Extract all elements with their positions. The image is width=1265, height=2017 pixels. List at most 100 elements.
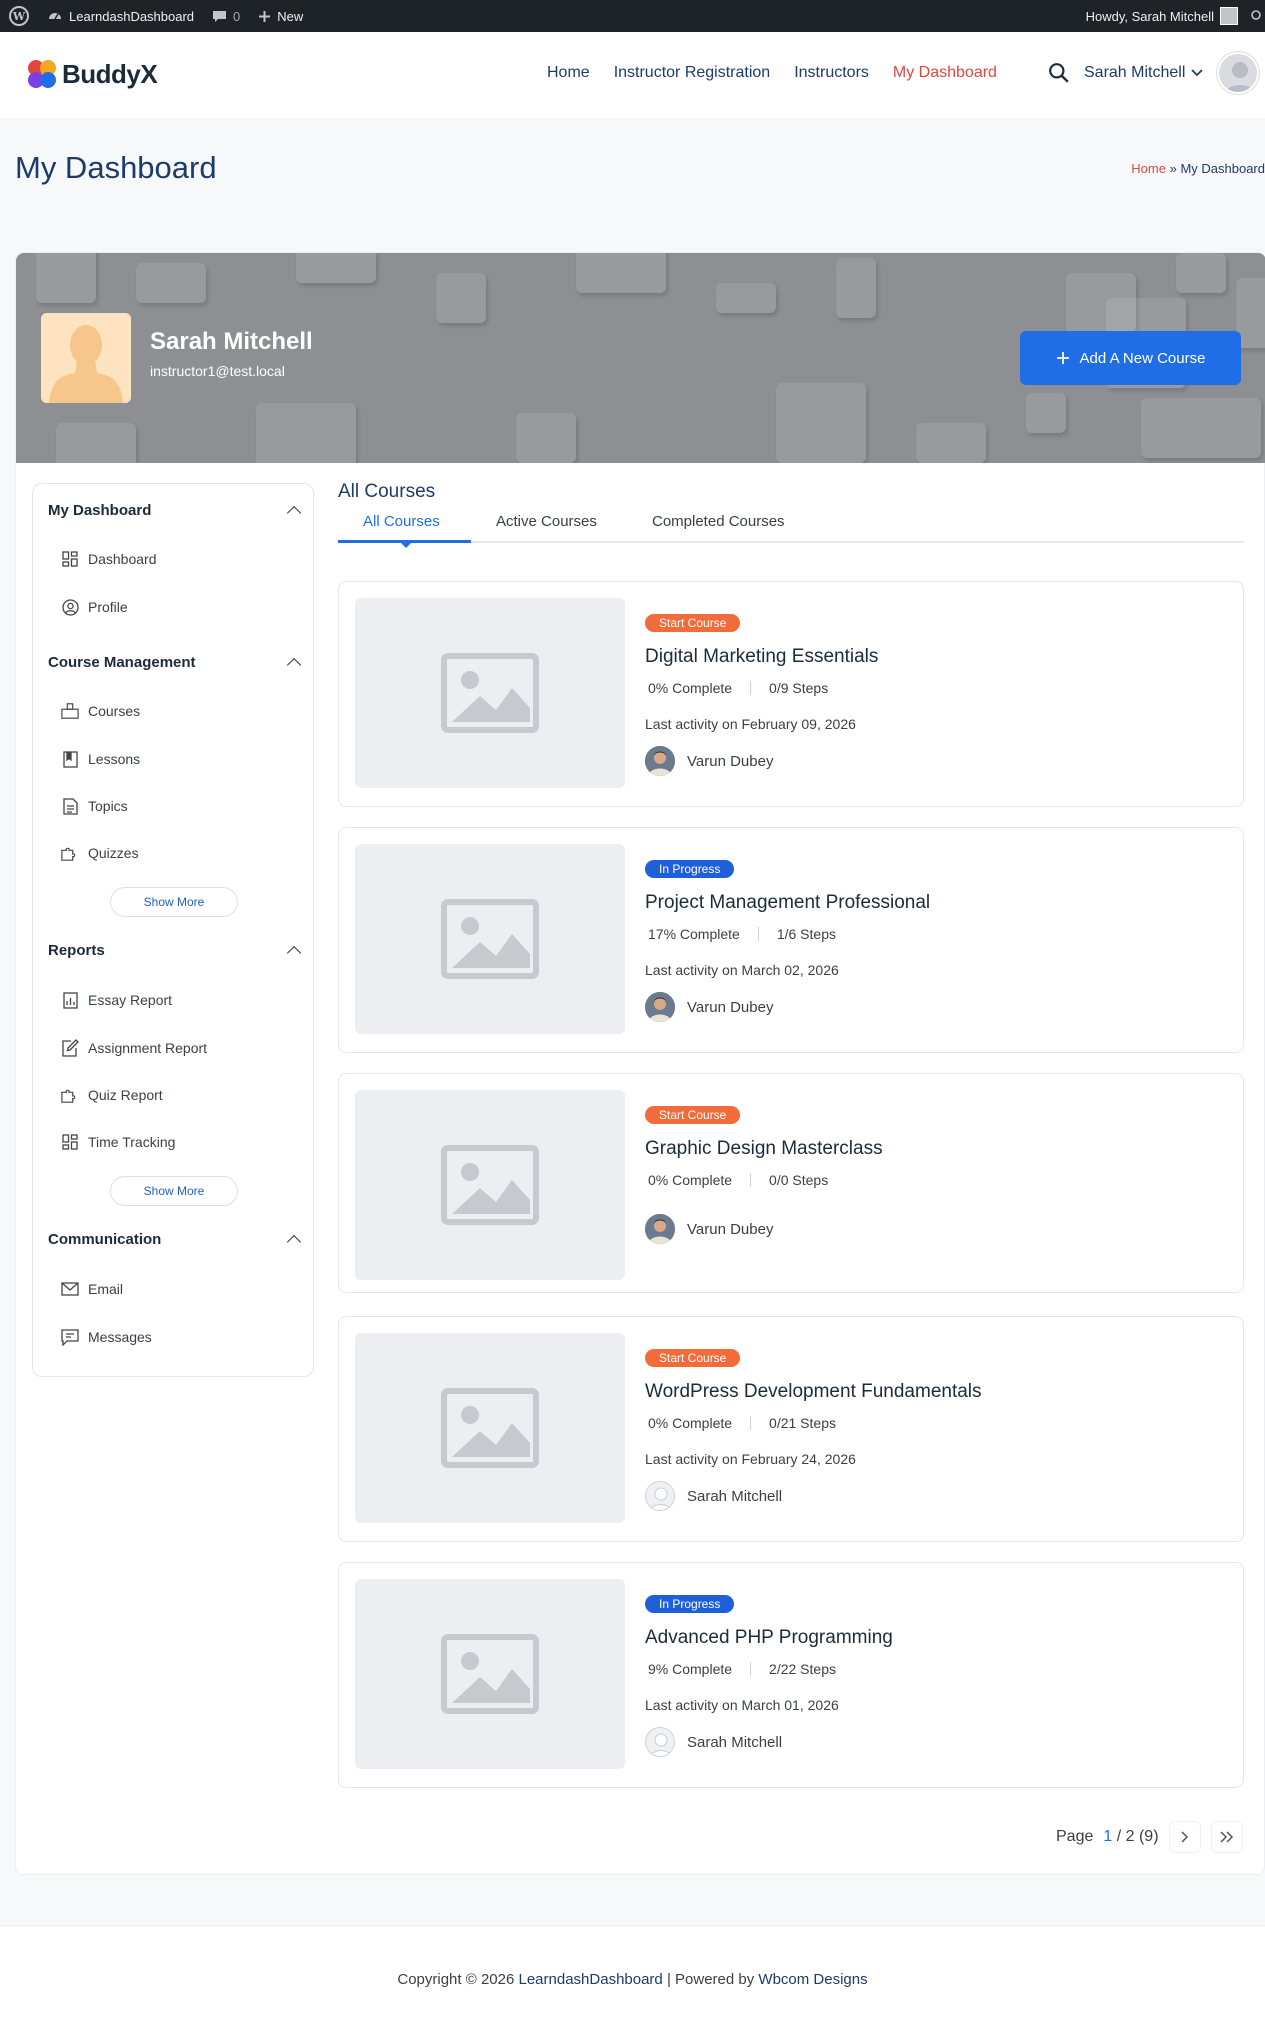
course-steps: 2/22 Steps bbox=[769, 1661, 836, 1677]
profile-avatar bbox=[41, 313, 131, 403]
page-total: / 2 (9) bbox=[1116, 1828, 1159, 1845]
nav-instructor-registration[interactable]: Instructor Registration bbox=[614, 64, 771, 82]
course-thumbnail[interactable] bbox=[355, 844, 625, 1034]
sidebar-item-essay-report[interactable]: Essay Report bbox=[61, 991, 172, 1009]
course-thumbnail[interactable] bbox=[355, 1579, 625, 1769]
course-status-badge: In Progress bbox=[645, 860, 735, 878]
dashboard-icon bbox=[49, 13, 61, 20]
image-placeholder-icon bbox=[441, 653, 539, 733]
comments-count: 0 bbox=[233, 8, 241, 24]
course-steps: 0/0 Steps bbox=[769, 1172, 829, 1188]
tab-completed-courses[interactable]: Completed Courses bbox=[652, 513, 785, 530]
course-card[interactable]: Start Course Digital Marketing Essentials… bbox=[338, 581, 1244, 807]
sidebar-item-profile[interactable]: Profile bbox=[61, 598, 128, 616]
course-title[interactable]: WordPress Development Fundamentals bbox=[645, 1381, 982, 1403]
sidebar-item-label: Quiz Report bbox=[88, 1087, 163, 1103]
sidebar-section-course-management[interactable]: Course Management bbox=[48, 654, 303, 673]
sidebar-item-assignment-report[interactable]: Assignment Report bbox=[61, 1039, 207, 1057]
course-status-badge: In Progress bbox=[645, 1595, 735, 1613]
wordpress-logo-button[interactable]: W bbox=[0, 0, 38, 32]
course-title[interactable]: Graphic Design Masterclass bbox=[645, 1138, 883, 1160]
sidebar-section-my-dashboard[interactable]: My Dashboard bbox=[48, 502, 303, 521]
course-complete: 0% Complete bbox=[648, 1172, 733, 1188]
author-name: Varun Dubey bbox=[687, 998, 774, 1016]
edit-document-icon bbox=[61, 1039, 79, 1057]
course-author[interactable]: Sarah Mitchell bbox=[645, 1481, 782, 1511]
admin-search-button[interactable] bbox=[1247, 0, 1265, 32]
courses-icon bbox=[61, 702, 79, 720]
nav-instructors[interactable]: Instructors bbox=[794, 64, 869, 82]
add-new-course-button[interactable]: Add A New Course bbox=[1020, 331, 1241, 385]
sidebar-item-courses[interactable]: Courses bbox=[61, 702, 140, 720]
course-title[interactable]: Advanced PHP Programming bbox=[645, 1627, 893, 1649]
search-icon[interactable] bbox=[1048, 62, 1070, 84]
show-more-button[interactable]: Show More bbox=[110, 887, 238, 917]
course-thumbnail[interactable] bbox=[355, 598, 625, 788]
page-title: My Dashboard bbox=[15, 150, 217, 185]
sidebar-item-topics[interactable]: Topics bbox=[61, 797, 128, 815]
last-page-button[interactable] bbox=[1210, 1821, 1243, 1853]
course-thumbnail[interactable] bbox=[355, 1090, 625, 1280]
sidebar-item-dashboard[interactable]: Dashboard bbox=[61, 550, 157, 568]
footer-site-link[interactable]: LearndashDashboard bbox=[519, 1971, 663, 1988]
breadcrumb-home[interactable]: Home bbox=[1131, 161, 1166, 176]
sidebar-item-time-tracking[interactable]: Time Tracking bbox=[61, 1133, 175, 1151]
course-author[interactable]: Varun Dubey bbox=[645, 746, 773, 776]
show-more-button[interactable]: Show More bbox=[110, 1176, 238, 1206]
new-label: New bbox=[277, 8, 304, 24]
user-menu[interactable]: Sarah Mitchell bbox=[1084, 64, 1204, 82]
logo-text: BuddyX bbox=[62, 58, 158, 89]
course-title[interactable]: Project Management Professional bbox=[645, 892, 930, 914]
sidebar-item-messages[interactable]: Messages bbox=[61, 1328, 152, 1346]
site-name-button[interactable]: LearndashDashboard bbox=[38, 0, 203, 32]
nav-my-dashboard[interactable]: My Dashboard bbox=[893, 64, 997, 82]
user-silhouette-icon bbox=[1226, 62, 1255, 92]
course-last-activity: Last activity on February 09, 2026 bbox=[645, 716, 856, 732]
course-stats: 17% Complete 1/6 Steps bbox=[648, 926, 836, 942]
new-content-button[interactable]: New bbox=[249, 0, 312, 32]
breadcrumb-separator: » bbox=[1169, 161, 1177, 176]
comment-icon bbox=[213, 10, 227, 22]
sidebar-item-quiz-report[interactable]: Quiz Report bbox=[61, 1086, 163, 1104]
nav-home[interactable]: Home bbox=[547, 64, 590, 82]
course-card[interactable]: In Progress Project Management Profession… bbox=[338, 827, 1244, 1053]
course-author[interactable]: Varun Dubey bbox=[645, 992, 773, 1022]
next-page-button[interactable] bbox=[1168, 1821, 1201, 1853]
author-name: Varun Dubey bbox=[687, 752, 774, 770]
site-logo[interactable]: BuddyX bbox=[26, 58, 158, 90]
sidebar-item-label: Assignment Report bbox=[88, 1040, 208, 1056]
author-avatar bbox=[645, 746, 675, 776]
plus-icon bbox=[259, 10, 271, 22]
course-steps: 0/21 Steps bbox=[769, 1415, 836, 1431]
document-icon bbox=[61, 797, 79, 815]
tab-all-courses[interactable]: All Courses bbox=[363, 513, 440, 530]
sidebar-section-reports[interactable]: Reports bbox=[48, 942, 303, 961]
tab-active-courses[interactable]: Active Courses bbox=[496, 513, 597, 530]
course-thumbnail[interactable] bbox=[355, 1333, 625, 1523]
sidebar-item-lessons[interactable]: Lessons bbox=[61, 750, 140, 768]
user-avatar[interactable] bbox=[1217, 52, 1260, 94]
site-footer: Copyright © 2026 LearndashDashboard | Po… bbox=[0, 1925, 1265, 2017]
course-title[interactable]: Digital Marketing Essentials bbox=[645, 646, 878, 668]
course-steps: 1/6 Steps bbox=[776, 926, 836, 942]
comments-button[interactable]: 0 bbox=[203, 0, 249, 32]
image-placeholder-icon bbox=[441, 899, 539, 979]
wordpress-icon: W bbox=[9, 6, 29, 26]
sidebar-item-quizzes[interactable]: Quizzes bbox=[61, 844, 139, 862]
my-account-button[interactable]: Howdy, Sarah Mitchell bbox=[1077, 0, 1247, 32]
course-card[interactable]: Start Course WordPress Development Fundam… bbox=[338, 1316, 1244, 1542]
course-card[interactable]: In Progress Advanced PHP Programming 9% Co… bbox=[338, 1562, 1244, 1788]
footer-powered-link[interactable]: Wbcom Designs bbox=[758, 1971, 867, 1988]
author-name: Sarah Mitchell bbox=[687, 1487, 783, 1505]
course-author[interactable]: Varun Dubey bbox=[645, 1214, 773, 1244]
user-silhouette-icon bbox=[41, 313, 131, 403]
profile-name: Sarah Mitchell bbox=[150, 328, 313, 355]
course-author[interactable]: Sarah Mitchell bbox=[645, 1727, 782, 1757]
author-avatar bbox=[645, 1481, 675, 1511]
sidebar-section-communication[interactable]: Communication bbox=[48, 1231, 303, 1250]
course-card[interactable]: Start Course Graphic Design Masterclass 0%… bbox=[338, 1073, 1244, 1293]
howdy-label: Howdy, Sarah Mitchell bbox=[1085, 8, 1214, 24]
dashboard-sidebar: My Dashboard Dashboard Profile Course Ma… bbox=[32, 483, 314, 1377]
sidebar-item-email[interactable]: Email bbox=[61, 1280, 123, 1298]
sidebar-item-label: Lessons bbox=[88, 751, 141, 767]
